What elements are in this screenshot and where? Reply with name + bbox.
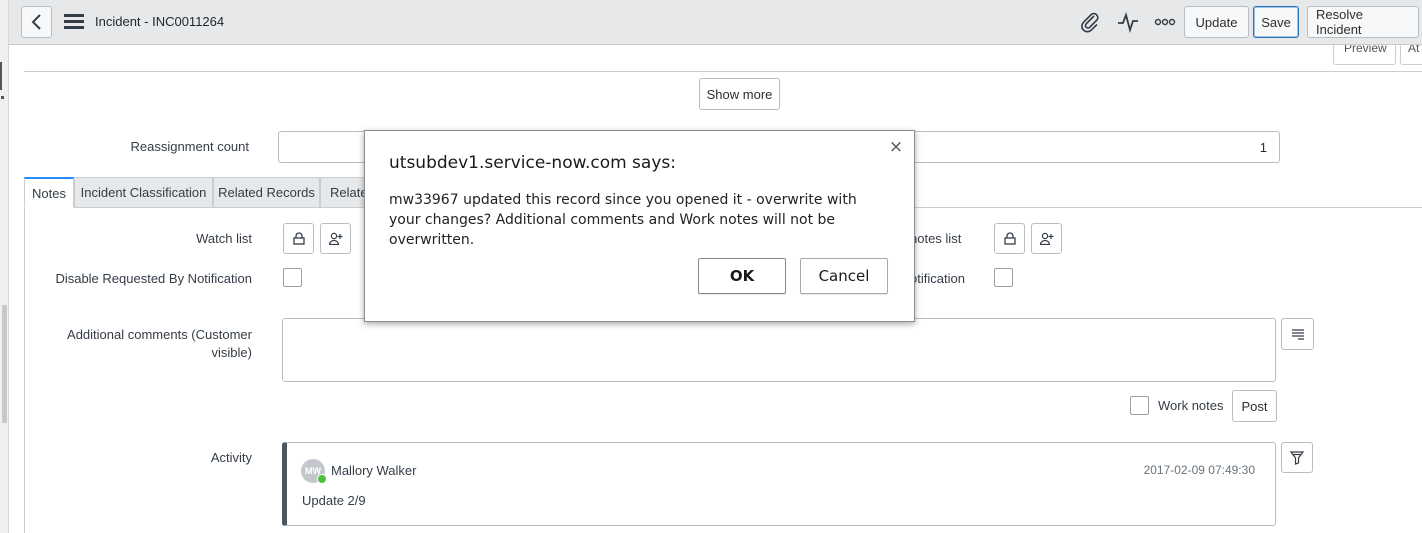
text-lines-icon bbox=[1291, 329, 1304, 340]
preview-button[interactable]: Preview bbox=[1333, 45, 1396, 65]
watch-list-label: Watch list bbox=[196, 231, 252, 246]
work-notes-lock-button[interactable] bbox=[994, 223, 1025, 254]
activity-entry: MW Mallory Walker 2017-02-09 07:49:30 Up… bbox=[282, 442, 1276, 526]
close-icon[interactable]: × bbox=[888, 139, 904, 156]
work-notes-checkbox[interactable] bbox=[1130, 396, 1149, 415]
page-title: Incident - INC0011264 bbox=[95, 14, 225, 29]
page: Incident - INC0011264 Update Save Resolv… bbox=[0, 0, 1422, 533]
update-button[interactable]: Update bbox=[1184, 6, 1249, 38]
work-notes-list-label: notes list bbox=[910, 231, 962, 246]
form-header: Incident - INC0011264 Update Save Resolv… bbox=[9, 0, 1422, 45]
activity-label: Activity bbox=[210, 450, 252, 465]
strip-mark bbox=[0, 62, 2, 90]
scrollbar[interactable] bbox=[2, 305, 7, 423]
reassignment-count-label: Reassignment count bbox=[130, 139, 249, 154]
activity-filter-button[interactable] bbox=[1281, 442, 1313, 473]
confirm-dialog: utsubdev1.service-now.com says: × mw3396… bbox=[364, 130, 915, 322]
add-user-icon bbox=[1039, 232, 1053, 245]
ok-button[interactable]: OK bbox=[698, 258, 786, 294]
dialog-title: utsubdev1.service-now.com says: bbox=[389, 153, 676, 173]
save-button[interactable]: Save bbox=[1253, 6, 1299, 38]
activity-icon[interactable] bbox=[1117, 11, 1139, 33]
additional-comments-input[interactable] bbox=[282, 318, 1276, 382]
work-notes-add-me-button[interactable] bbox=[1031, 223, 1062, 254]
tab-related-records[interactable]: Related Records bbox=[213, 177, 320, 208]
back-icon bbox=[31, 14, 41, 30]
activity-author: Mallory Walker bbox=[331, 463, 417, 478]
tab-incident-classification[interactable]: Incident Classification bbox=[74, 177, 213, 208]
disable-notification-checkbox[interactable] bbox=[283, 268, 302, 287]
notification-label: otification bbox=[910, 271, 965, 286]
cancel-button[interactable]: Cancel bbox=[800, 258, 888, 294]
partial-button[interactable]: At bbox=[1400, 45, 1422, 65]
more-icon[interactable] bbox=[1154, 11, 1176, 33]
show-more-button[interactable]: Show more bbox=[699, 78, 780, 110]
section-divider bbox=[24, 71, 1422, 72]
browser-left-strip bbox=[0, 0, 9, 533]
add-user-icon bbox=[328, 232, 342, 245]
strip-dot bbox=[1, 96, 4, 99]
watch-list-add-me-button[interactable] bbox=[320, 223, 351, 254]
watch-list-lock-button[interactable] bbox=[283, 223, 314, 254]
lock-icon bbox=[1003, 232, 1016, 245]
filter-icon bbox=[1290, 450, 1304, 465]
dialog-message: mw33967 updated this record since you op… bbox=[389, 192, 857, 248]
lock-icon bbox=[292, 232, 305, 245]
tab-notes[interactable]: Notes bbox=[24, 177, 74, 208]
resolve-incident-button[interactable]: Resolve Incident bbox=[1307, 6, 1419, 38]
activity-timestamp: 2017-02-09 07:49:30 bbox=[1143, 463, 1255, 477]
additional-comments-label: Additional comments (Customer visible) bbox=[67, 327, 252, 360]
disable-notification-label: Disable Requested By Notification bbox=[55, 271, 252, 286]
back-button[interactable] bbox=[21, 6, 52, 38]
tab-panel-border bbox=[24, 207, 25, 533]
menu-icon[interactable] bbox=[64, 14, 84, 30]
presence-indicator bbox=[317, 474, 327, 484]
reassignment-count-value: 1 bbox=[1259, 140, 1267, 155]
post-button[interactable]: Post bbox=[1232, 390, 1277, 422]
notification-checkbox[interactable] bbox=[994, 268, 1013, 287]
comment-format-button[interactable] bbox=[1281, 318, 1314, 350]
work-notes-label: Work notes bbox=[1158, 398, 1224, 413]
attachment-icon[interactable] bbox=[1079, 11, 1101, 33]
activity-text: Update 2/9 bbox=[302, 493, 366, 508]
